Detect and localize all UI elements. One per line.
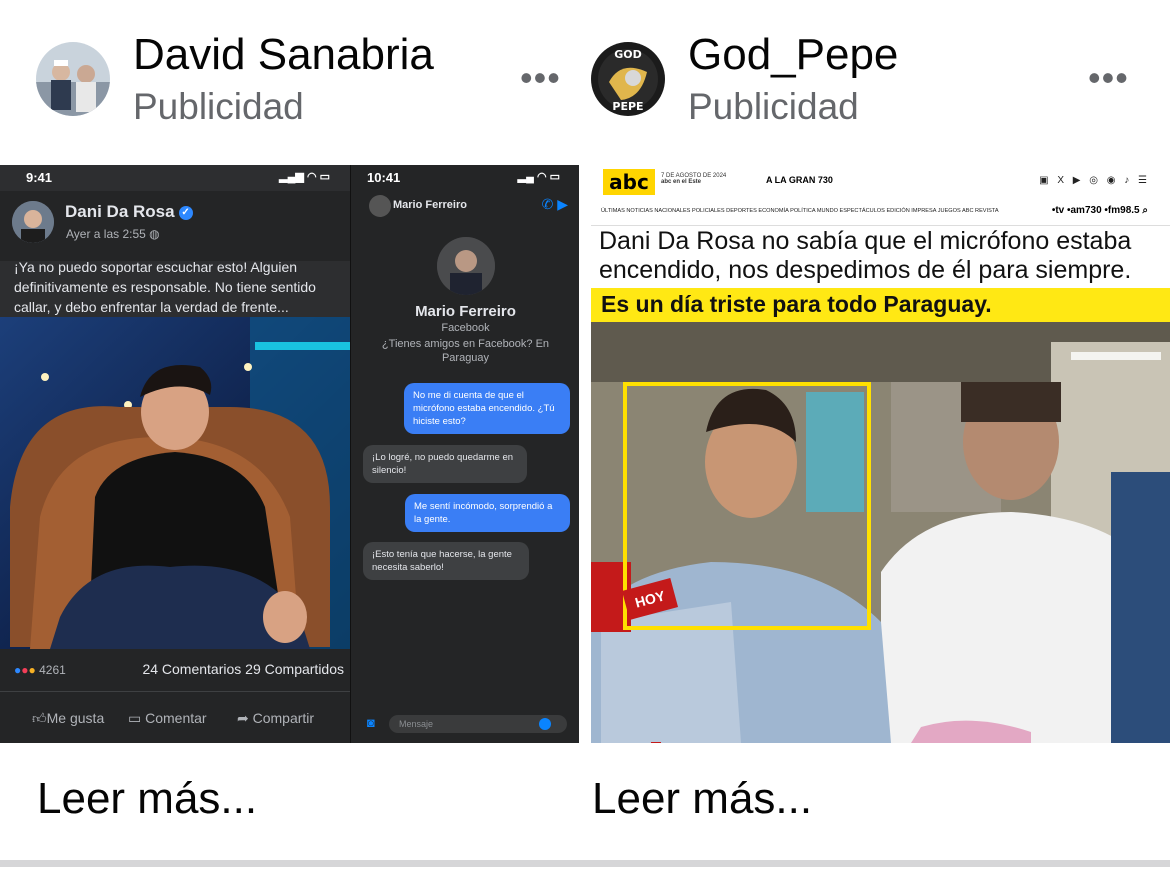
message-in-2: ¡Esto tenía que hacerse, la gente necesi… [363,542,529,580]
messenger-header: Mario Ferreiro ✆ ▶ [351,191,579,221]
messenger-profile-avatar [437,237,495,295]
message-out-1: No me di cuenta de que el micrófono esta… [404,383,570,434]
news-radio: •tv •am730 •fm98.5 ⌕ [1052,205,1148,216]
news-radio-text: •tv •am730 •fm98.5 [1051,205,1140,216]
microphone-label-text: HOY [633,587,667,611]
camera-icon[interactable]: ◙ [367,715,375,730]
post-header: David Sanabria Publicidad ••• [0,30,585,130]
fb-post-photo [0,317,350,649]
svg-text:GOD: GOD [614,48,642,61]
fb-post-name-text: Dani Da Rosa [65,202,175,221]
news-tv: A LA GRAN 730 [766,175,833,185]
messenger-contact-name: Mario Ferreiro [415,303,516,320]
news-nav: ÚLTIMAS NOTICIAS NACIONALES POLICIALES D… [601,208,999,214]
comment-label: Comentar [145,710,207,726]
news-edition: abc en el Este [661,179,702,185]
messenger-small-avatar [369,195,391,217]
comment-icon: ▭ [128,710,146,726]
feed-post-left: David Sanabria Publicidad ••• 9:41 ▂▄▆ ◠… [0,0,585,870]
signal-icon: ▂▄▆ ◠ ▭ [279,171,330,183]
messenger-screenshot: 10:41 ▂▄ ◠ ▭ Mario Ferreiro ✆ ▶ Mario Fe… [350,165,579,743]
author-avatar[interactable] [36,42,110,116]
svg-text:PEPE: PEPE [612,100,643,113]
more-options-icon[interactable]: ••• [520,60,561,96]
message-input[interactable]: Mensaje [389,715,567,733]
author-name[interactable]: David Sanabria [133,30,434,80]
fb-post-stats: ●●● 4261 24 Comentarios 29 Compartidos [0,649,350,692]
social-icons: ▣ X ▶ ◎ ◉ ♪ ☰ [1039,175,1150,186]
author-avatar[interactable]: GOD PEPE [591,42,665,116]
news-site-header: abc 7 DE AGOSTO DE 2024 abc en el Este A … [591,165,1170,226]
love-icon: ● [21,663,29,677]
like-button[interactable]: 👍︎Me gusta [32,710,104,727]
news-photo: HOY [591,322,1170,743]
fb-avatar [12,201,54,243]
fb-post-name: Dani Da Rosa ✓ [65,202,193,222]
sponsored-label: Publicidad [688,86,859,127]
messenger-status-time: 10:41 [367,170,401,185]
author-name[interactable]: God_Pepe [688,30,898,80]
comment-button[interactable]: ▭ Comentar [128,710,207,727]
messenger-signal-icon: ▂▄ ◠ ▭ [517,171,560,183]
call-video-icons: ✆ ▶ [541,196,568,212]
status-time: 9:41 [26,170,53,185]
post-header: GOD PEPE God_Pepe Publicidad ••• [585,30,1170,130]
post-image[interactable]: 9:41 ▂▄▆ ◠ ▭ Dani Da Rosa ✓ Ayer a las 2:… [0,165,579,743]
send-icon[interactable] [539,718,551,730]
thumbs-up-icon: 👍︎ [32,710,47,726]
fb-post-time-text: Ayer a las 2:55 [66,227,146,241]
messenger-friends-note: ¿Tienes amigos en Facebook? En Paraguay [381,338,550,364]
abc-logo: abc [603,169,655,195]
messenger-title: Mario Ferreiro [393,199,467,211]
share-icon: ➦ [237,710,253,726]
fb-post-header: Dani Da Rosa ✓ Ayer a las 2:55 ◍ [0,191,350,261]
like-label: Me gusta [46,710,105,726]
news-banner: Es un día triste para todo Paraguay. [591,288,1170,322]
reaction-count: 4261 [39,663,66,677]
message-placeholder: Mensaje [399,719,434,729]
wow-icon: ● [28,663,36,677]
news-date: 7 DE AGOSTO DE 2024 abc en el Este [661,173,726,185]
fb-post-screenshot: 9:41 ▂▄▆ ◠ ▭ Dani Da Rosa ✓ Ayer a las 2:… [0,165,350,743]
fb-post-actions: 👍︎Me gusta ▭ Comentar ➦ Compartir [0,692,350,743]
fb-post-text: ¡Ya no puedo soportar escuchar esto! Alg… [14,259,316,315]
feed-post-right: GOD PEPE God_Pepe Publicidad ••• abc 7 D… [585,0,1170,870]
status-bar: 9:41 ▂▄▆ ◠ ▭ [0,165,350,189]
more-options-icon[interactable]: ••• [1088,60,1129,96]
reactions[interactable]: ●●● 4261 [14,663,66,677]
read-more-link[interactable]: Leer más... [592,774,812,824]
sponsored-label: Publicidad [133,86,304,127]
messenger-platform: Facebook [441,322,490,334]
message-out-2: Me sentí incómodo, sorprendió a la gente… [405,494,570,532]
globe-icon: ◍ [149,227,160,241]
news-banner-text: Es un día triste para todo Paraguay. [601,291,992,317]
fb-post-time: Ayer a las 2:55 ◍ [66,227,160,241]
share-button[interactable]: ➦ Compartir [237,710,314,727]
feed-divider [0,860,1170,867]
news-headline: Dani Da Rosa no sabía que el micrófono e… [599,227,1132,284]
comments-shares[interactable]: 24 Comentarios 29 Compartidos [142,661,344,677]
read-more-link[interactable]: Leer más... [37,774,257,824]
verified-icon: ✓ [178,205,193,220]
share-label: Compartir [252,710,315,726]
search-icon: ⌕ [1142,205,1148,216]
message-in-1: ¡Lo logré, no puedo quedarme en silencio… [363,445,527,483]
post-image[interactable]: abc 7 DE AGOSTO DE 2024 abc en el Este A … [591,165,1170,743]
messenger-status-bar: 10:41 ▂▄ ◠ ▭ [351,165,579,189]
